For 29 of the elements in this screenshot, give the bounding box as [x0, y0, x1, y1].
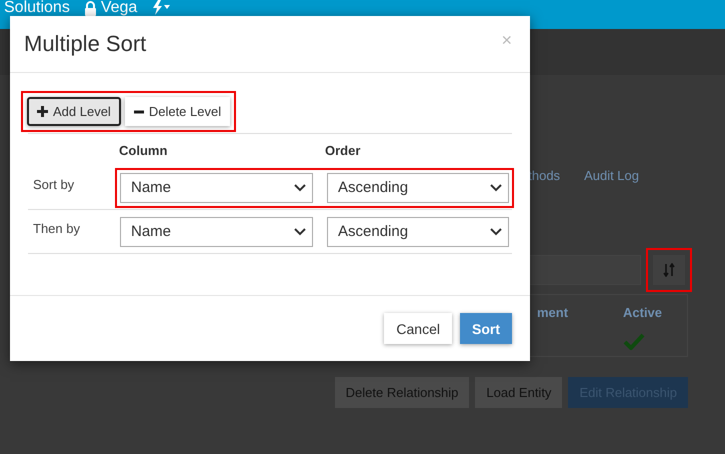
add-level-button[interactable]: Add Level [27, 97, 121, 126]
column-select[interactable]: Name [120, 216, 313, 246]
level-label: Then by [32, 221, 81, 236]
dialog-title: Multiple Sort [24, 31, 146, 57]
cancel-button[interactable]: Cancel [384, 313, 452, 344]
column-select[interactable]: Name [120, 172, 313, 202]
action-button[interactable]: Delete Relationship [334, 377, 470, 408]
column-header: Active [622, 304, 664, 322]
plus-icon [37, 106, 48, 117]
chevron-icon [294, 228, 306, 236]
column-header: ment [536, 304, 570, 322]
lightning-icon[interactable] [151, 0, 172, 15]
minus-icon [134, 110, 144, 114]
sort-confirm-button[interactable]: Sort [460, 313, 512, 344]
user-name[interactable]: Vega [100, 0, 138, 16]
level-label: Sort by [32, 177, 76, 192]
action-button[interactable]: Load Entity [475, 377, 562, 408]
app-title: Solutions [4, 0, 70, 16]
close-button[interactable]: × [497, 30, 516, 51]
column-header: Column [119, 143, 168, 160]
tab[interactable]: Audit Log [584, 168, 639, 183]
order-select[interactable]: Ascending [327, 216, 509, 246]
chevron-icon [490, 184, 502, 192]
delete-level-button[interactable]: Delete Level [124, 97, 230, 126]
chevron-icon [294, 184, 306, 192]
chevron-icon [490, 228, 502, 236]
sort-arrows-icon [663, 263, 675, 277]
order-select[interactable]: Ascending [327, 172, 509, 202]
column-header: Order [325, 143, 362, 160]
